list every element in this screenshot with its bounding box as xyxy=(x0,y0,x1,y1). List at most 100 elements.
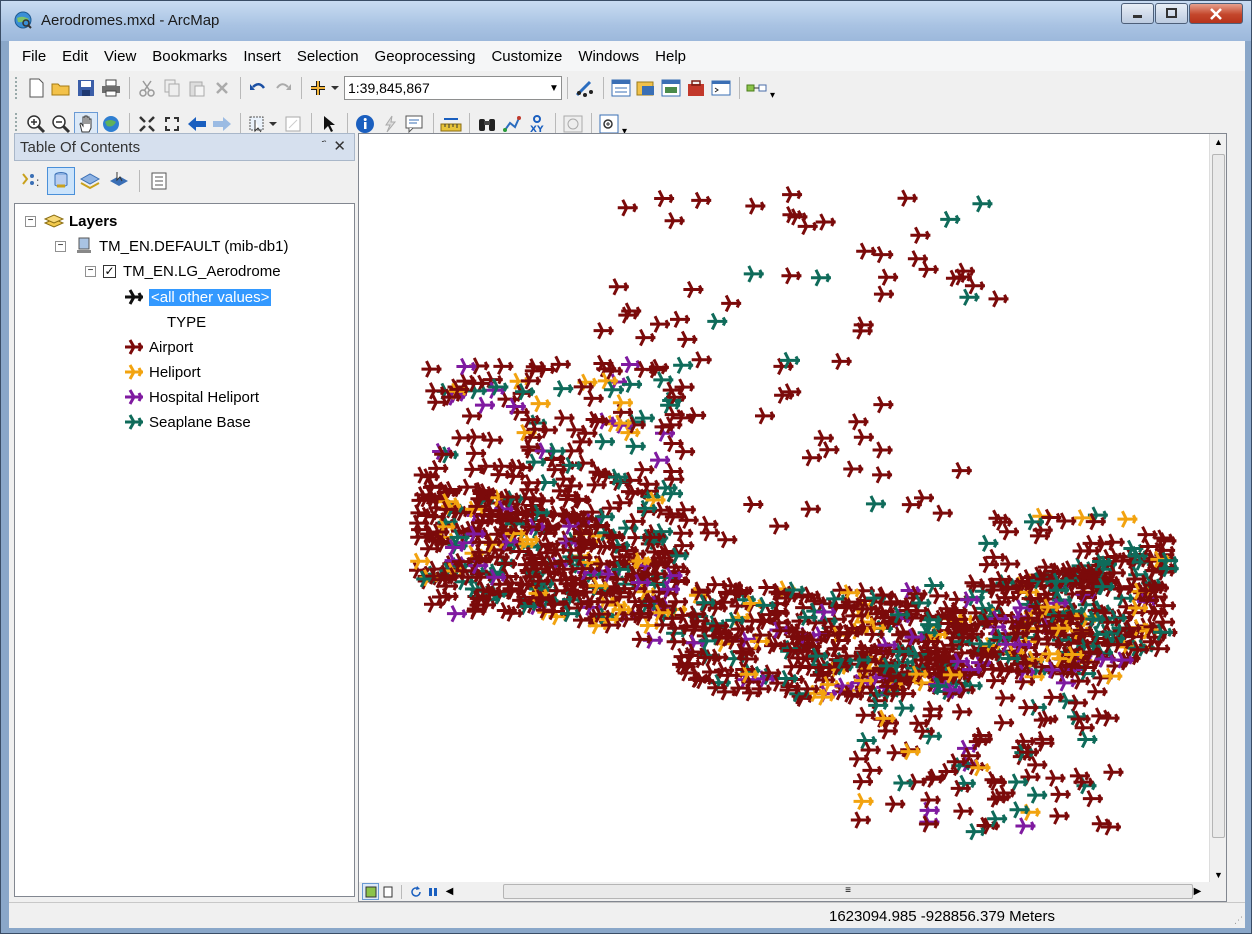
arcmap-globe-icon xyxy=(14,11,32,29)
menu-selection[interactable]: Selection xyxy=(289,44,367,69)
html-popup-icon xyxy=(405,115,423,133)
delete-icon xyxy=(216,82,228,94)
legend-class-airport[interactable]: Airport xyxy=(123,335,193,359)
toolbar-grip[interactable] xyxy=(15,77,18,99)
layout-view-button[interactable] xyxy=(379,883,396,900)
menu-bookmarks[interactable]: Bookmarks xyxy=(144,44,235,69)
menu-customize[interactable]: Customize xyxy=(483,44,570,69)
add-data-button[interactable] xyxy=(307,76,343,100)
scroll-down-icon[interactable]: ▼ xyxy=(1214,870,1223,880)
lightning-icon xyxy=(385,115,397,133)
default-symbol-label: <all other values> xyxy=(149,288,272,306)
collapse-icon[interactable]: − xyxy=(55,240,66,252)
legend-class-seaplane-base[interactable]: Seaplane Base xyxy=(123,410,251,434)
legend-class-hospital-heliport[interactable]: Hospital Heliport xyxy=(123,385,259,409)
editor-toolbar-button[interactable] xyxy=(573,76,597,100)
list-by-drawing-order-icon: : xyxy=(22,173,39,189)
class-label: Seaplane Base xyxy=(149,413,251,431)
new-document-button[interactable] xyxy=(24,76,48,100)
scroll-right-icon[interactable]: ▶ xyxy=(1189,883,1206,900)
catalog-button[interactable] xyxy=(634,76,658,100)
menu-geoprocessing[interactable]: Geoprocessing xyxy=(367,44,484,69)
close-window-button[interactable] xyxy=(1189,3,1243,24)
toc-title-bar[interactable]: Table Of Contents ҄ ✕ xyxy=(14,133,355,161)
editor-pencil-icon xyxy=(575,80,593,97)
menu-insert[interactable]: Insert xyxy=(235,44,289,69)
view-controls-bar: ◀ ≡ ▶ xyxy=(359,882,1226,901)
map-scale-value: 1:39,845,867 xyxy=(348,80,430,96)
tree-row-database[interactable]: − TM_EN.DEFAULT (mib-db1) xyxy=(55,234,289,258)
arctoolbox-button[interactable] xyxy=(684,76,708,100)
collapse-icon[interactable]: − xyxy=(25,215,36,227)
database-label: TM_EN.DEFAULT (mib-db1) xyxy=(99,237,289,255)
list-by-drawing-order-button[interactable]: : xyxy=(18,167,46,195)
menu-windows[interactable]: Windows xyxy=(570,44,647,69)
table-of-contents-button[interactable] xyxy=(609,76,633,100)
copy-icon xyxy=(164,79,180,97)
airplane-icon xyxy=(123,387,145,407)
open-button[interactable] xyxy=(49,76,73,100)
go-to-xy-icon: XY xyxy=(530,115,544,134)
vertical-scrollbar[interactable]: ▲ ▼ xyxy=(1209,134,1226,883)
vertical-scroll-thumb[interactable] xyxy=(1212,154,1225,838)
refresh-button[interactable] xyxy=(407,883,424,900)
status-bar: 1623094.985 -928856.379 Meters ⋰ xyxy=(9,902,1245,928)
toolbar-options-icon[interactable]: ▾ xyxy=(770,90,780,101)
resize-grip-icon[interactable]: ⋰ xyxy=(1234,915,1243,926)
map-canvas[interactable] xyxy=(359,134,1210,883)
window-title: Aerodromes.mxd - ArcMap xyxy=(41,12,220,29)
pause-drawing-button[interactable] xyxy=(424,883,441,900)
menu-view[interactable]: View xyxy=(96,44,144,69)
list-by-source-button[interactable] xyxy=(47,167,75,195)
legend-class-heliport[interactable]: Heliport xyxy=(123,360,201,384)
tree-row-default-symbol[interactable]: <all other values> xyxy=(123,285,272,309)
map-scale-combobox[interactable]: 1:39,845,867 ▼ xyxy=(344,76,562,100)
toolbar-separator xyxy=(347,113,348,135)
python-window-button[interactable] xyxy=(709,76,733,100)
menu-file[interactable]: File xyxy=(14,44,54,69)
menu-edit[interactable]: Edit xyxy=(54,44,96,69)
tree-row-layer[interactable]: − ✓ TM_EN.LG_Aerodrome xyxy=(85,259,281,283)
collapse-icon[interactable]: − xyxy=(85,265,96,277)
new-document-icon xyxy=(29,78,44,98)
close-icon[interactable]: ✕ xyxy=(333,137,346,155)
copy-button[interactable] xyxy=(160,76,184,100)
zoom-out-icon xyxy=(52,115,71,134)
maximize-button[interactable] xyxy=(1155,3,1188,24)
redo-icon xyxy=(276,83,291,90)
menu-help[interactable]: Help xyxy=(647,44,694,69)
print-button[interactable] xyxy=(99,76,123,100)
list-by-visibility-button[interactable] xyxy=(76,167,104,195)
cut-button[interactable] xyxy=(135,76,159,100)
toolbar-grip[interactable] xyxy=(15,113,18,135)
paste-button[interactable] xyxy=(185,76,209,100)
list-by-selection-button[interactable] xyxy=(105,167,133,195)
save-button[interactable] xyxy=(74,76,98,100)
client-area: File Edit View Bookmarks Insert Selectio… xyxy=(9,41,1245,928)
data-view-button[interactable] xyxy=(362,883,379,900)
save-icon xyxy=(78,80,94,96)
chevron-down-icon[interactable]: ▼ xyxy=(547,83,561,94)
aerodrome-points-map[interactable] xyxy=(359,134,1210,883)
class-label: Heliport xyxy=(149,363,201,381)
standard-toolbar: 1:39,845,867 ▼ ▾ xyxy=(9,71,1245,105)
delete-button[interactable] xyxy=(210,76,234,100)
redo-button[interactable] xyxy=(271,76,295,100)
info-icon xyxy=(356,115,374,133)
add-data-icon xyxy=(311,81,339,95)
layer-label: TM_EN.LG_Aerodrome xyxy=(123,262,281,280)
minimize-button[interactable] xyxy=(1121,3,1154,24)
scroll-up-icon[interactable]: ▲ xyxy=(1214,137,1223,147)
horizontal-scroll-thumb[interactable]: ≡ xyxy=(503,884,1193,899)
pause-icon xyxy=(428,887,437,896)
undo-button[interactable] xyxy=(246,76,270,100)
layer-visibility-checkbox[interactable]: ✓ xyxy=(103,264,116,278)
title-bar[interactable]: Aerodromes.mxd - ArcMap xyxy=(1,1,1251,41)
find-route-icon xyxy=(503,116,521,132)
clear-selection-icon xyxy=(285,116,301,132)
modelbuilder-button[interactable] xyxy=(745,76,769,100)
search-window-button[interactable] xyxy=(659,76,683,100)
options-button[interactable] xyxy=(145,167,173,195)
tree-row-layers[interactable]: − Layers xyxy=(25,209,117,233)
scroll-left-icon[interactable]: ◀ xyxy=(441,883,458,900)
